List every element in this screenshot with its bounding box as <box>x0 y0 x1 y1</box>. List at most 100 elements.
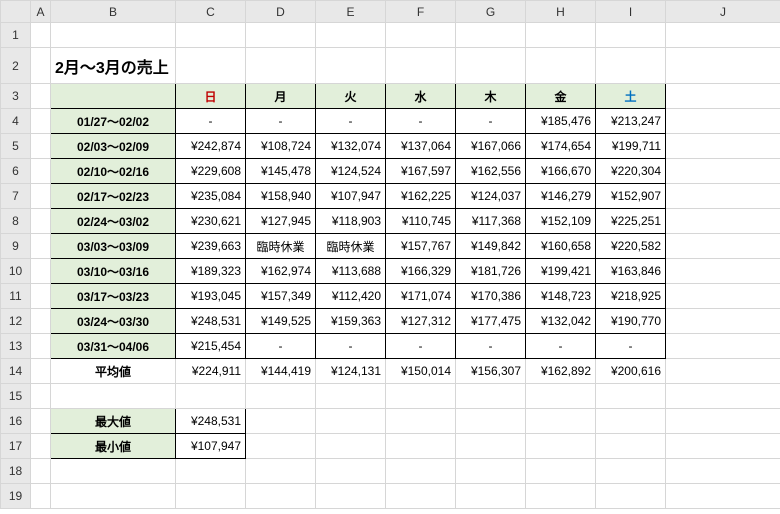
cell[interactable] <box>666 409 780 434</box>
cell[interactable]: ¥152,109 <box>526 209 596 234</box>
cell[interactable]: ¥215,454 <box>176 334 246 359</box>
cell[interactable]: ¥239,663 <box>176 234 246 259</box>
cell[interactable]: ¥170,386 <box>456 284 526 309</box>
spreadsheet[interactable]: A B C D E F G H I J 1 2 2月～3月の売上 3 日 月 火… <box>0 0 780 509</box>
select-all-corner[interactable] <box>1 1 31 23</box>
col-header[interactable]: C <box>176 1 246 23</box>
cell[interactable]: ¥149,525 <box>246 309 316 334</box>
row-header[interactable]: 13 <box>1 334 31 359</box>
cell[interactable] <box>526 459 596 484</box>
cell[interactable] <box>666 284 780 309</box>
cell[interactable] <box>666 459 780 484</box>
cell[interactable] <box>31 109 51 134</box>
cell[interactable]: ¥166,329 <box>386 259 456 284</box>
cell[interactable] <box>596 384 666 409</box>
cell[interactable] <box>386 384 456 409</box>
cell[interactable] <box>456 484 526 509</box>
cell[interactable] <box>316 434 386 459</box>
avg-label[interactable]: 平均値 <box>51 359 176 384</box>
day-header-wed[interactable]: 水 <box>386 84 456 109</box>
cell[interactable]: ¥112,420 <box>316 284 386 309</box>
cell[interactable]: ¥158,940 <box>246 184 316 209</box>
cell[interactable]: ¥248,531 <box>176 309 246 334</box>
cell[interactable] <box>386 48 456 84</box>
cell[interactable] <box>246 459 316 484</box>
cell[interactable] <box>176 48 246 84</box>
cell[interactable] <box>666 334 780 359</box>
cell[interactable]: ¥118,903 <box>316 209 386 234</box>
cell[interactable] <box>666 209 780 234</box>
cell[interactable]: ¥174,654 <box>526 134 596 159</box>
cell[interactable] <box>246 409 316 434</box>
cell[interactable] <box>596 434 666 459</box>
page-title[interactable]: 2月～3月の売上 <box>51 48 176 84</box>
cell[interactable]: ¥213,247 <box>596 109 666 134</box>
day-header-tue[interactable]: 火 <box>316 84 386 109</box>
cell[interactable]: - <box>316 334 386 359</box>
cell[interactable] <box>456 434 526 459</box>
cell[interactable] <box>176 459 246 484</box>
cell[interactable]: ¥218,925 <box>596 284 666 309</box>
cell[interactable] <box>526 23 596 48</box>
cell[interactable] <box>246 484 316 509</box>
cell[interactable] <box>31 23 51 48</box>
cell[interactable] <box>666 359 780 384</box>
cell[interactable]: ¥132,042 <box>526 309 596 334</box>
week-label[interactable]: 03/03～03/09 <box>51 234 176 259</box>
cell[interactable]: ¥199,711 <box>596 134 666 159</box>
cell[interactable]: ¥167,597 <box>386 159 456 184</box>
day-header-sun[interactable]: 日 <box>176 84 246 109</box>
cell[interactable] <box>456 23 526 48</box>
col-header[interactable]: F <box>386 1 456 23</box>
min-label[interactable]: 最小値 <box>51 434 176 459</box>
max-value[interactable]: ¥248,531 <box>176 409 246 434</box>
cell[interactable]: ¥146,279 <box>526 184 596 209</box>
cell[interactable]: ¥162,974 <box>246 259 316 284</box>
cell[interactable]: ¥127,312 <box>386 309 456 334</box>
week-label[interactable]: 03/10～03/16 <box>51 259 176 284</box>
cell[interactable] <box>666 309 780 334</box>
col-header[interactable]: D <box>246 1 316 23</box>
cell[interactable] <box>666 484 780 509</box>
cell[interactable] <box>51 484 176 509</box>
cell[interactable] <box>31 459 51 484</box>
cell[interactable] <box>31 484 51 509</box>
row-header[interactable]: 6 <box>1 159 31 184</box>
cell[interactable] <box>666 159 780 184</box>
cell[interactable] <box>31 284 51 309</box>
cell[interactable]: ¥235,084 <box>176 184 246 209</box>
row-header[interactable]: 5 <box>1 134 31 159</box>
cell[interactable]: ¥127,945 <box>246 209 316 234</box>
cell[interactable]: ¥163,846 <box>596 259 666 284</box>
cell[interactable] <box>666 184 780 209</box>
cell[interactable]: 臨時休業 <box>316 234 386 259</box>
row-header[interactable]: 16 <box>1 409 31 434</box>
day-header-thu[interactable]: 木 <box>456 84 526 109</box>
row-header[interactable]: 10 <box>1 259 31 284</box>
cell[interactable] <box>526 434 596 459</box>
cell[interactable] <box>666 48 780 84</box>
cell[interactable] <box>596 484 666 509</box>
row-label-header[interactable] <box>51 84 176 109</box>
cell[interactable] <box>31 134 51 159</box>
cell[interactable]: ¥117,368 <box>456 209 526 234</box>
day-header-sat[interactable]: 土 <box>596 84 666 109</box>
cell[interactable] <box>31 48 51 84</box>
cell[interactable] <box>31 184 51 209</box>
cell[interactable] <box>596 409 666 434</box>
cell[interactable]: ¥220,304 <box>596 159 666 184</box>
cell[interactable]: ¥157,349 <box>246 284 316 309</box>
row-header[interactable]: 3 <box>1 84 31 109</box>
cell[interactable] <box>596 23 666 48</box>
week-label[interactable]: 01/27～02/02 <box>51 109 176 134</box>
cell[interactable]: - <box>176 109 246 134</box>
col-header[interactable]: A <box>31 1 51 23</box>
row-header[interactable]: 19 <box>1 484 31 509</box>
cell[interactable] <box>31 384 51 409</box>
cell[interactable] <box>316 459 386 484</box>
row-header[interactable]: 1 <box>1 23 31 48</box>
cell[interactable]: ¥193,045 <box>176 284 246 309</box>
cell[interactable] <box>51 23 176 48</box>
cell[interactable]: ¥159,363 <box>316 309 386 334</box>
cell[interactable] <box>31 234 51 259</box>
